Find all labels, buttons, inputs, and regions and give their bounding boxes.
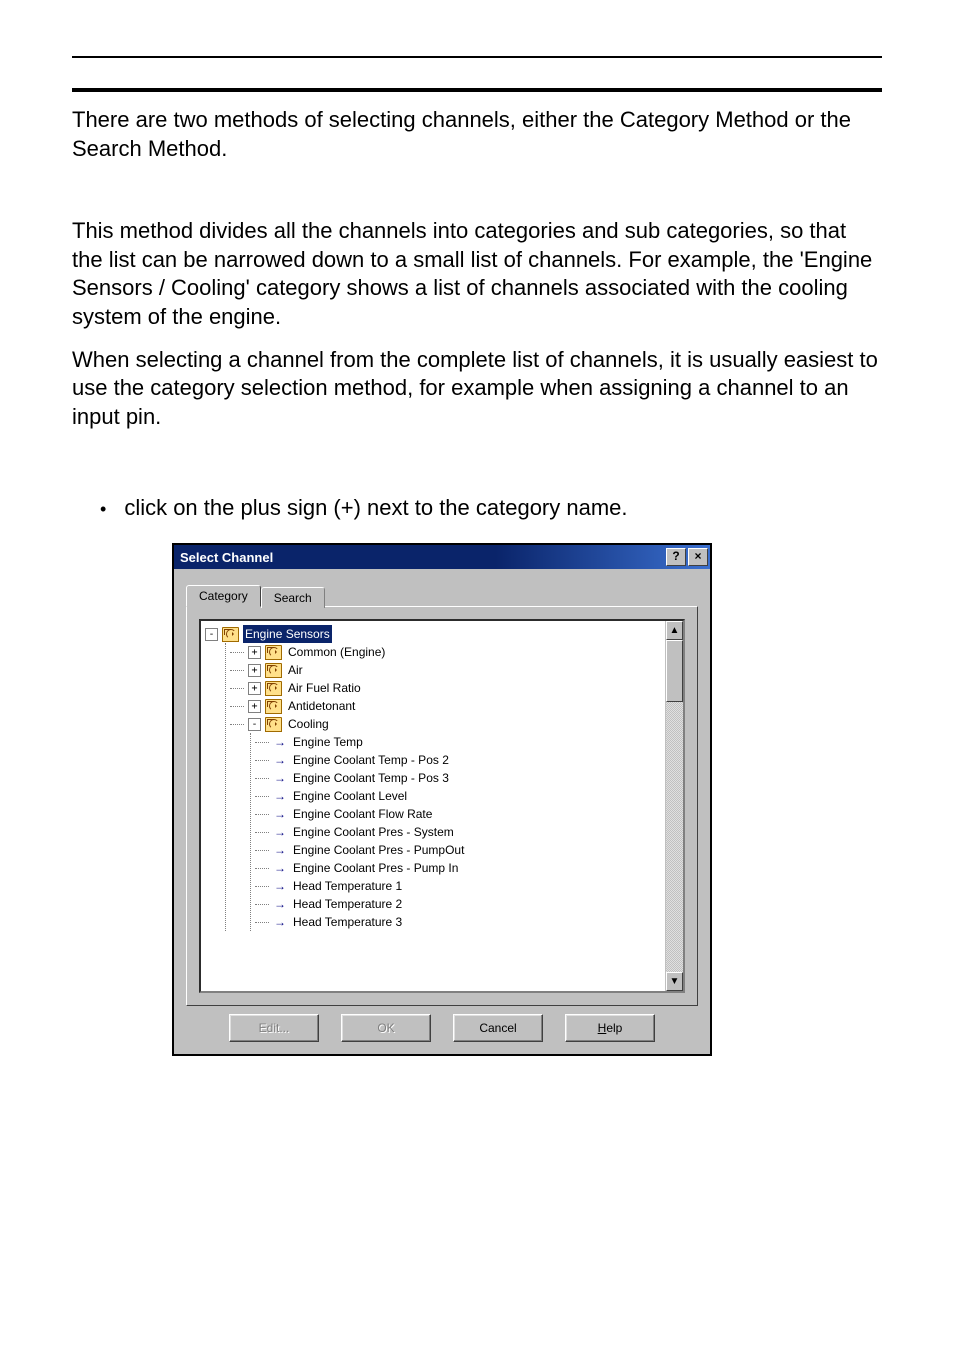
folder-icon bbox=[265, 663, 282, 678]
select-channel-dialog: Select Channel ? × Category Search - Engi… bbox=[172, 543, 712, 1056]
arrow-icon: → bbox=[273, 841, 287, 859]
section-rule bbox=[72, 88, 882, 92]
tree-scrollbar[interactable]: ▲ ▼ bbox=[665, 621, 683, 991]
ok-button: OK bbox=[341, 1014, 431, 1042]
arrow-icon: → bbox=[273, 805, 287, 823]
expand-icon[interactable]: + bbox=[248, 664, 261, 677]
method-paragraph-2: When selecting a channel from the comple… bbox=[72, 346, 882, 432]
tree-node-label[interactable]: Head Temperature 1 bbox=[291, 877, 404, 895]
cancel-button[interactable]: Cancel bbox=[453, 1014, 543, 1042]
bullet-dot-icon: • bbox=[100, 495, 106, 523]
tree-node-label[interactable]: Engine Coolant Flow Rate bbox=[291, 805, 434, 823]
folder-icon bbox=[265, 717, 282, 732]
collapse-icon[interactable]: - bbox=[248, 718, 261, 731]
expand-icon[interactable]: + bbox=[248, 646, 261, 659]
arrow-icon: → bbox=[273, 787, 287, 805]
arrow-icon: → bbox=[273, 751, 287, 769]
arrow-icon: → bbox=[273, 859, 287, 877]
tree-node-label[interactable]: Cooling bbox=[286, 715, 331, 733]
tree-node-label[interactable]: Head Temperature 3 bbox=[291, 913, 404, 931]
bullet-item: • click on the plus sign (+) next to the… bbox=[100, 495, 882, 523]
tree-node-label[interactable]: Engine Coolant Temp - Pos 2 bbox=[291, 751, 451, 769]
tree-node-label[interactable]: Engine Sensors bbox=[243, 625, 332, 643]
close-titlebar-button[interactable]: × bbox=[688, 548, 708, 566]
scroll-down-button[interactable]: ▼ bbox=[666, 972, 683, 991]
scroll-thumb[interactable] bbox=[666, 640, 683, 702]
tree-node-label[interactable]: Engine Coolant Pres - System bbox=[291, 823, 456, 841]
scroll-up-button[interactable]: ▲ bbox=[666, 621, 683, 640]
help-titlebar-button[interactable]: ? bbox=[666, 548, 686, 566]
folder-icon bbox=[265, 645, 282, 660]
tree-node-label[interactable]: Head Temperature 2 bbox=[291, 895, 404, 913]
collapse-icon[interactable]: - bbox=[205, 628, 218, 641]
tree-node-label[interactable]: Engine Coolant Temp - Pos 3 bbox=[291, 769, 451, 787]
arrow-icon: → bbox=[273, 769, 287, 787]
edit-button: Edit... bbox=[229, 1014, 319, 1042]
arrow-icon: → bbox=[273, 877, 287, 895]
dialog-title: Select Channel bbox=[180, 550, 664, 565]
arrow-icon: → bbox=[273, 823, 287, 841]
tab-category[interactable]: Category bbox=[186, 585, 261, 607]
tab-search[interactable]: Search bbox=[261, 587, 325, 608]
tree-node-label[interactable]: Air Fuel Ratio bbox=[286, 679, 363, 697]
folder-icon bbox=[265, 699, 282, 714]
titlebar[interactable]: Select Channel ? × bbox=[174, 545, 710, 569]
intro-paragraph: There are two methods of selecting chann… bbox=[72, 106, 882, 163]
folder-icon bbox=[265, 681, 282, 696]
tree-node-label[interactable]: Common (Engine) bbox=[286, 643, 387, 661]
folder-icon bbox=[222, 627, 239, 642]
arrow-icon: → bbox=[273, 895, 287, 913]
tree-node-label[interactable]: Antidetonant bbox=[286, 697, 357, 715]
scroll-track[interactable] bbox=[666, 640, 683, 972]
arrow-icon: → bbox=[273, 733, 287, 751]
bullet-text: click on the plus sign (+) next to the c… bbox=[124, 495, 627, 521]
expand-icon[interactable]: + bbox=[248, 700, 261, 713]
channel-tree[interactable]: - Engine Sensors + Common (Engine) + Air + Air … bbox=[201, 621, 665, 991]
tree-node-label[interactable]: Engine Temp bbox=[291, 733, 365, 751]
method-paragraph-1: This method divides all the channels int… bbox=[72, 217, 882, 331]
tree-node-label[interactable]: Engine Coolant Pres - PumpOut bbox=[291, 841, 466, 859]
arrow-icon: → bbox=[273, 913, 287, 931]
expand-icon[interactable]: + bbox=[248, 682, 261, 695]
tree-node-label[interactable]: Engine Coolant Pres - Pump In bbox=[291, 859, 460, 877]
category-tab-panel: - Engine Sensors + Common (Engine) + Air + Air … bbox=[186, 606, 698, 1006]
tree-node-label[interactable]: Engine Coolant Level bbox=[291, 787, 409, 805]
help-button[interactable]: Help bbox=[565, 1014, 655, 1042]
tabstrip: Category Search bbox=[186, 581, 698, 606]
tree-node-label[interactable]: Air bbox=[286, 661, 305, 679]
